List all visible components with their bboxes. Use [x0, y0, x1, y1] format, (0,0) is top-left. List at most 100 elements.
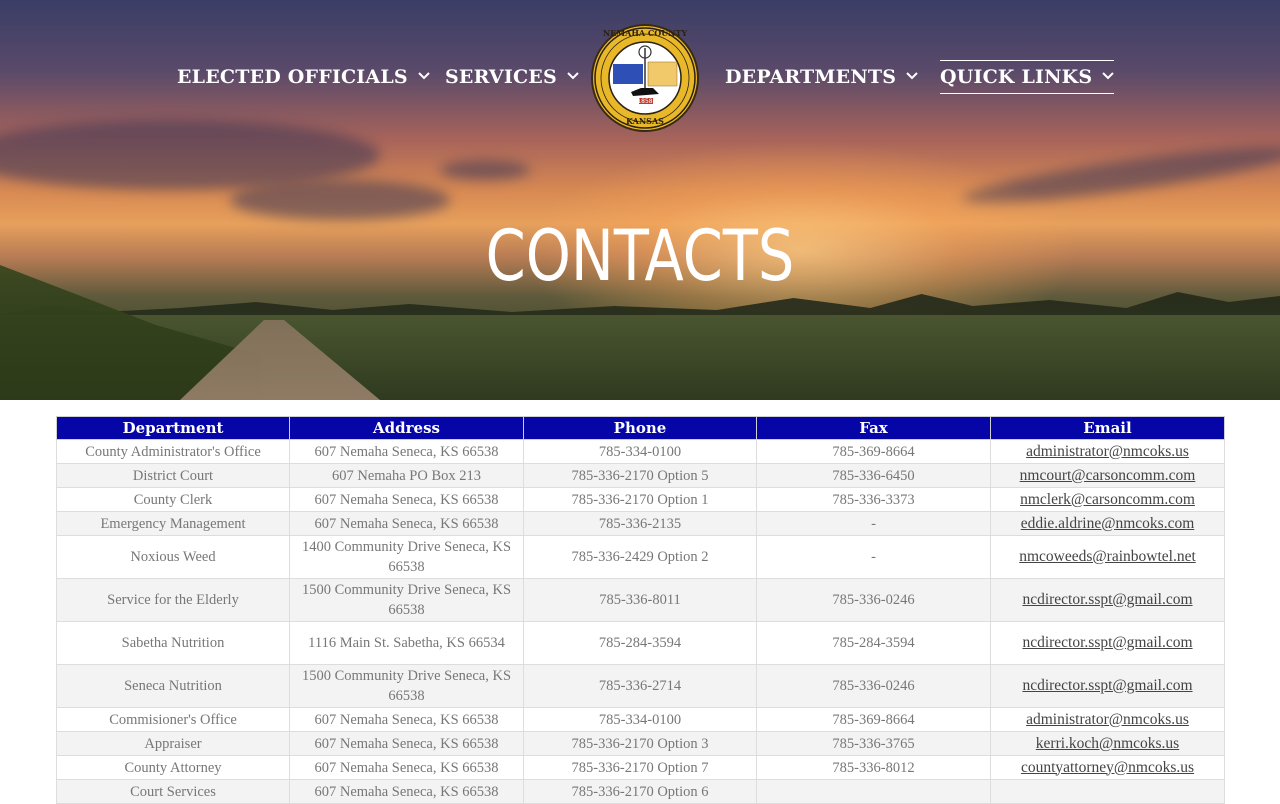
cell-address: 607 Nemaha Seneca, KS 66538	[289, 511, 524, 536]
nav-elected-officials[interactable]: ELECTED OFFICIALS	[177, 60, 430, 94]
table-row: Noxious Weed 1400 Community Drive Seneca,…	[56, 535, 1225, 579]
table-row: District Court 607 Nemaha PO Box 213 785-3…	[56, 463, 1225, 488]
email-link[interactable]: nmcoweeds@rainbowtel.net	[1019, 548, 1196, 565]
cell-phone: 785-284-3594	[523, 621, 757, 665]
email-link[interactable]: administrator@nmcoks.us	[1026, 443, 1189, 460]
cell-fax: -	[756, 535, 991, 579]
cell-fax: 785-369-8664	[756, 707, 991, 732]
cell-department: Appraiser	[56, 731, 290, 756]
cell-department: Seneca Nutrition	[56, 664, 290, 708]
cell-phone: 785-334-0100	[523, 707, 757, 732]
nav-departments-label: DEPARTMENTS	[725, 66, 897, 88]
cell-phone: 785-336-2170 Option 3	[523, 731, 757, 756]
cell-phone: 785-336-2170 Option 5	[523, 463, 757, 488]
cell-email: administrator@nmcoks.us	[990, 439, 1225, 464]
column-header-address: Address	[289, 416, 524, 440]
table-body: County Administrator's Office 607 Nemaha …	[56, 439, 1225, 804]
table-row: Sabetha Nutrition 1116 Main St. Sabetha, …	[56, 621, 1225, 665]
cell-address: 607 Nemaha Seneca, KS 66538	[289, 731, 524, 756]
cell-email: ncdirector.sspt@gmail.com	[990, 664, 1225, 708]
cell-department: Commisioner's Office	[56, 707, 290, 732]
cell-address: 1116 Main St. Sabetha, KS 66534	[289, 621, 524, 665]
email-link[interactable]: kerri.koch@nmcoks.us	[1036, 735, 1179, 752]
cell-department: County Administrator's Office	[56, 439, 290, 464]
cell-email: ncdirector.sspt@gmail.com	[990, 621, 1225, 665]
table-row: Seneca Nutrition 1500 Community Drive Sen…	[56, 664, 1225, 708]
main-navigation: ELECTED OFFICIALS SERVICES NEMAHA COUNTY…	[0, 0, 1280, 150]
cell-department: Noxious Weed	[56, 535, 290, 579]
cell-address: 1500 Community Drive Seneca, KS 66538	[289, 578, 524, 622]
email-link[interactable]: countyattorney@nmcoks.us	[1021, 759, 1194, 776]
cell-address: 607 Nemaha Seneca, KS 66538	[289, 755, 524, 780]
cell-address: 607 Nemaha Seneca, KS 66538	[289, 439, 524, 464]
nav-elected-officials-label: ELECTED OFFICIALS	[177, 66, 408, 88]
nav-services[interactable]: SERVICES	[445, 60, 579, 94]
cell-address: 607 Nemaha PO Box 213	[289, 463, 524, 488]
email-link[interactable]: ncdirector.sspt@gmail.com	[1022, 591, 1192, 608]
table-header-row: Department Address Phone Fax Email	[56, 416, 1225, 440]
column-header-phone: Phone	[523, 416, 757, 440]
cell-phone: 785-336-2429 Option 2	[523, 535, 757, 579]
table-row: Appraiser 607 Nemaha Seneca, KS 66538 785-…	[56, 731, 1225, 756]
cell-department: Service for the Elderly	[56, 578, 290, 622]
cell-address: 607 Nemaha Seneca, KS 66538	[289, 487, 524, 512]
cell-email: administrator@nmcoks.us	[990, 707, 1225, 732]
email-link[interactable]: ncdirector.sspt@gmail.com	[1022, 677, 1192, 694]
seal-text-top: NEMAHA COUNTY	[602, 28, 688, 38]
column-header-email: Email	[990, 416, 1225, 440]
cell-fax: 785-336-6450	[756, 463, 991, 488]
chevron-down-icon	[906, 69, 918, 84]
cell-email: countyattorney@nmcoks.us	[990, 755, 1225, 780]
nav-departments[interactable]: DEPARTMENTS	[725, 60, 918, 94]
cell-fax: 785-336-0246	[756, 578, 991, 622]
cell-address: 1500 Community Drive Seneca, KS 66538	[289, 664, 524, 708]
cell-phone: 785-336-2135	[523, 511, 757, 536]
cell-fax: 785-336-3373	[756, 487, 991, 512]
email-link[interactable]: nmcourt@carsoncomm.com	[1020, 467, 1196, 484]
hero-banner: ELECTED OFFICIALS SERVICES NEMAHA COUNTY…	[0, 0, 1280, 400]
chevron-down-icon	[418, 69, 430, 84]
cell-fax: 785-336-3765	[756, 731, 991, 756]
cell-phone: 785-336-2170 Option 1	[523, 487, 757, 512]
cell-fax: 785-336-8012	[756, 755, 991, 780]
email-link[interactable]: eddie.aldrine@nmcoks.com	[1021, 515, 1195, 532]
table-row: Commisioner's Office 607 Nemaha Seneca, K…	[56, 707, 1225, 732]
cell-email: nmclerk@carsoncomm.com	[990, 487, 1225, 512]
column-header-department: Department	[56, 416, 290, 440]
chevron-down-icon	[1102, 69, 1115, 84]
nav-quick-links-label: QUICK LINKS	[940, 66, 1093, 88]
county-seal-logo[interactable]: NEMAHA COUNTY KANSAS 1858	[591, 24, 699, 132]
cell-email: nmcourt@carsoncomm.com	[990, 463, 1225, 488]
email-link[interactable]: ncdirector.sspt@gmail.com	[1022, 634, 1192, 651]
cell-address: 607 Nemaha Seneca, KS 66538	[289, 707, 524, 732]
cell-department: County Clerk	[56, 487, 290, 512]
cell-fax: 785-369-8664	[756, 439, 991, 464]
nav-quick-links[interactable]: QUICK LINKS	[940, 60, 1115, 94]
nav-services-label: SERVICES	[445, 66, 557, 88]
cell-phone: 785-336-2170 Option 7	[523, 755, 757, 780]
cell-department: County Attorney	[56, 755, 290, 780]
contacts-table: Department Address Phone Fax Email Count…	[56, 416, 1225, 804]
seal-text-bottom: KANSAS	[626, 116, 664, 126]
cell-address: 1400 Community Drive Seneca, KS 66538	[289, 535, 524, 579]
contacts-table-wrapper: Department Address Phone Fax Email Count…	[56, 416, 1225, 804]
cloud	[440, 160, 530, 180]
cloud	[230, 180, 450, 220]
cell-phone: 785-336-8011	[523, 578, 757, 622]
cell-fax: -	[756, 511, 991, 536]
email-link[interactable]: nmclerk@carsoncomm.com	[1020, 491, 1195, 508]
cell-email: kerri.koch@nmcoks.us	[990, 731, 1225, 756]
table-row: Service for the Elderly 1500 Community Dr…	[56, 578, 1225, 622]
chevron-down-icon	[567, 69, 579, 84]
cell-email: eddie.aldrine@nmcoks.com	[990, 511, 1225, 536]
cell-fax: 785-336-0246	[756, 664, 991, 708]
cell-email: ncdirector.sspt@gmail.com	[990, 578, 1225, 622]
table-row: County Attorney 607 Nemaha Seneca, KS 665…	[56, 755, 1225, 780]
column-header-fax: Fax	[756, 416, 991, 440]
cell-department: District Court	[56, 463, 290, 488]
email-link[interactable]: administrator@nmcoks.us	[1026, 711, 1189, 728]
seal-year: 1858	[637, 98, 653, 105]
cell-department: Sabetha Nutrition	[56, 621, 290, 665]
table-row: County Administrator's Office 607 Nemaha …	[56, 439, 1225, 464]
table-row: County Clerk 607 Nemaha Seneca, KS 66538 7…	[56, 487, 1225, 512]
